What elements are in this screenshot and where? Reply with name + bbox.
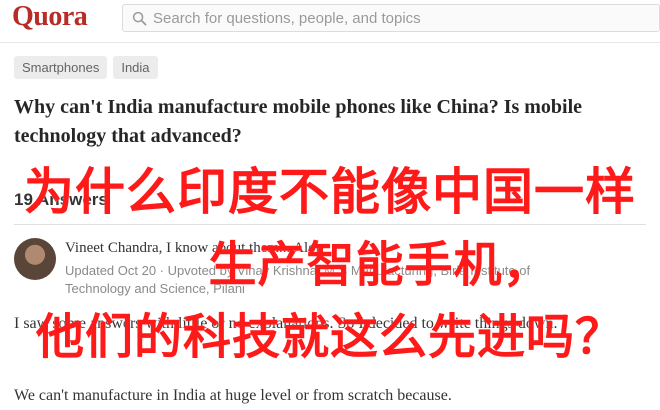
top-bar: Quora	[0, 0, 660, 43]
overlay-caption-line-3: 他们的科技就这么先进吗？	[35, 309, 624, 365]
topic-list: Smartphones India	[14, 56, 158, 79]
search-input[interactable]	[153, 8, 643, 28]
overlay-caption-line-2: 生产智能手机，	[208, 237, 552, 293]
search-icon	[132, 11, 147, 26]
topic-tag-smartphones[interactable]: Smartphones	[14, 56, 108, 79]
topic-tag-india[interactable]: India	[113, 56, 158, 79]
overlay-caption-line-1: 为什么印度不能像中国一样	[24, 163, 636, 221]
answer-paragraph-2: We can't manufacture in India at huge le…	[14, 387, 452, 404]
quora-logo[interactable]: Quora	[12, 1, 88, 33]
question-title[interactable]: Why can't India manufacture mobile phone…	[14, 93, 654, 151]
search-box[interactable]	[122, 4, 660, 32]
